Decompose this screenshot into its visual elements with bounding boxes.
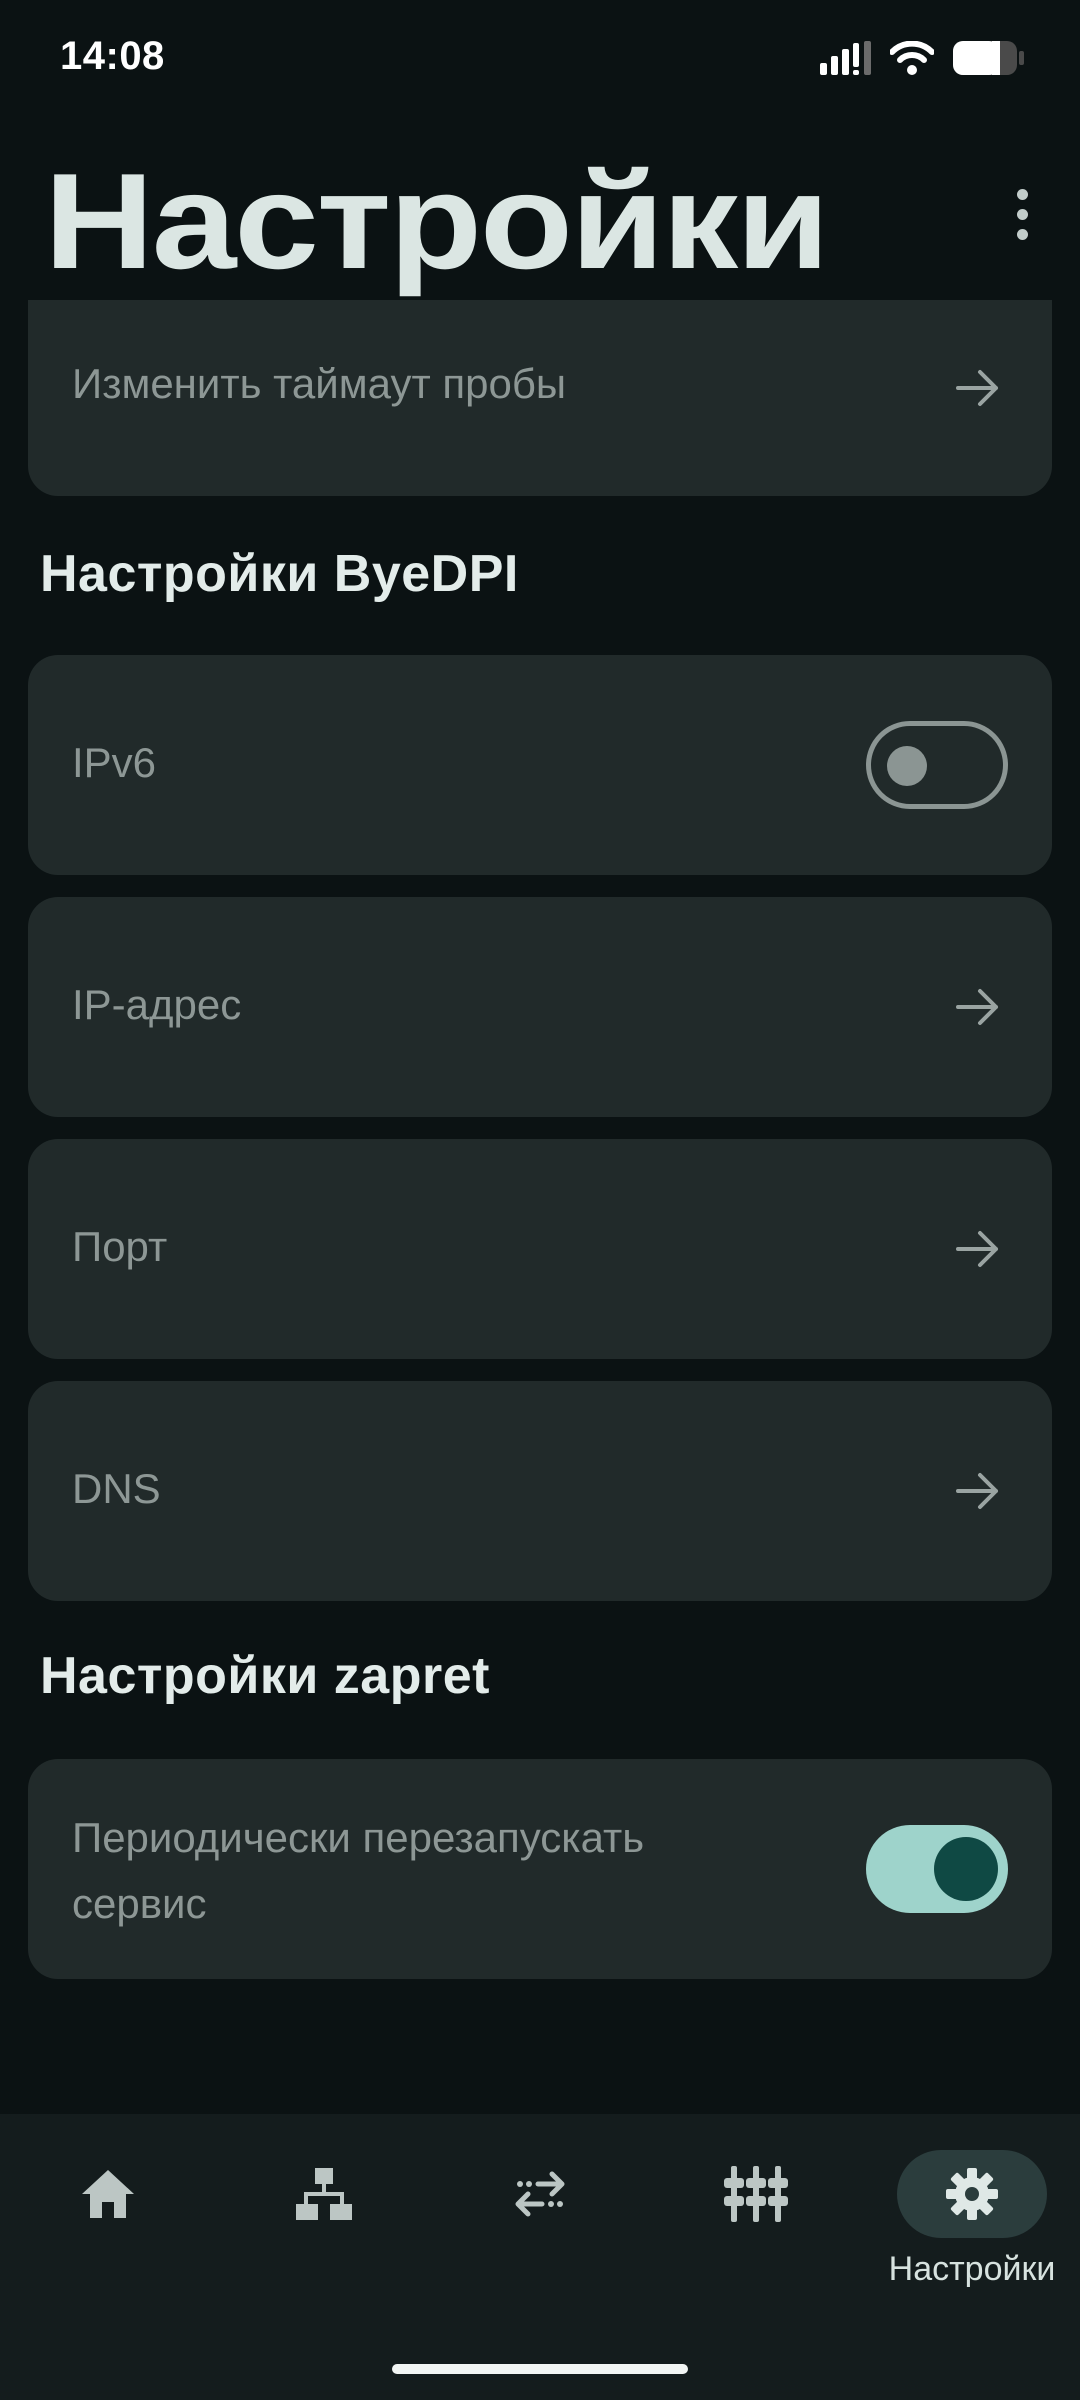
restart-service-item[interactable]: Периодически перезапускать сервис bbox=[28, 1759, 1052, 1979]
nav-active-pill bbox=[897, 2150, 1047, 2238]
home-indicator[interactable] bbox=[392, 2364, 688, 2374]
nav-item-equalizer[interactable] bbox=[648, 2114, 864, 2314]
nav-item-home[interactable] bbox=[0, 2114, 216, 2314]
restart-service-switch[interactable] bbox=[866, 1825, 1008, 1913]
page-title: Настройки bbox=[44, 145, 830, 297]
section-title-zapret: Настройки zapret bbox=[40, 1647, 490, 1705]
nav-label-settings: Настройки bbox=[888, 2250, 1056, 2288]
ipv6-switch[interactable] bbox=[866, 721, 1008, 809]
arrow-right-icon bbox=[956, 1231, 998, 1267]
arrow-right-icon bbox=[956, 1473, 998, 1509]
bottom-nav: Настройки bbox=[0, 2114, 1080, 2400]
arrow-right-icon bbox=[956, 989, 998, 1025]
probe-timeout-label: Изменить таймаут пробы bbox=[72, 360, 567, 407]
ipv6-label: IPv6 bbox=[72, 739, 157, 786]
section-title-byedpi: Настройки ByeDPI bbox=[40, 545, 519, 603]
status-icons bbox=[820, 38, 1026, 78]
ipv6-item[interactable]: IPv6 bbox=[28, 655, 1052, 875]
restart-service-label-line2: сервис bbox=[72, 1880, 207, 1927]
port-item[interactable]: Порт bbox=[28, 1139, 1052, 1359]
status-bar: 14:08 bbox=[0, 0, 1080, 120]
arrow-right-icon bbox=[956, 370, 998, 406]
status-time: 14:08 bbox=[60, 34, 165, 78]
signal-icon bbox=[820, 41, 871, 75]
nav-item-swap[interactable] bbox=[432, 2114, 648, 2314]
battery-icon bbox=[953, 41, 1024, 75]
ip-address-item[interactable]: IP-адрес bbox=[28, 897, 1052, 1117]
probe-timeout-item[interactable]: Изменить таймаут пробы bbox=[28, 300, 1052, 496]
nav-item-network[interactable] bbox=[216, 2114, 432, 2314]
more-vert-icon[interactable] bbox=[992, 164, 1052, 264]
restart-service-label: Периодически перезапускать сервис bbox=[72, 1805, 644, 1937]
network-icon bbox=[296, 2168, 352, 2220]
header: Настройки bbox=[0, 120, 1080, 300]
home-icon bbox=[82, 2170, 134, 2218]
equalizer-icon bbox=[724, 2166, 788, 2222]
switch-knob bbox=[934, 1837, 998, 1901]
wifi-icon bbox=[890, 41, 934, 75]
restart-service-label-line1: Периодически перезапускать bbox=[72, 1814, 645, 1861]
gear-icon bbox=[946, 2168, 998, 2220]
dns-label: DNS bbox=[72, 1465, 161, 1512]
nav-item-settings[interactable]: Настройки bbox=[864, 2114, 1080, 2314]
swap-arrows-icon bbox=[515, 2171, 565, 2217]
port-label: Порт bbox=[72, 1223, 168, 1270]
switch-knob bbox=[887, 746, 927, 786]
ip-address-label: IP-адрес bbox=[72, 981, 242, 1028]
dns-item[interactable]: DNS bbox=[28, 1381, 1052, 1601]
